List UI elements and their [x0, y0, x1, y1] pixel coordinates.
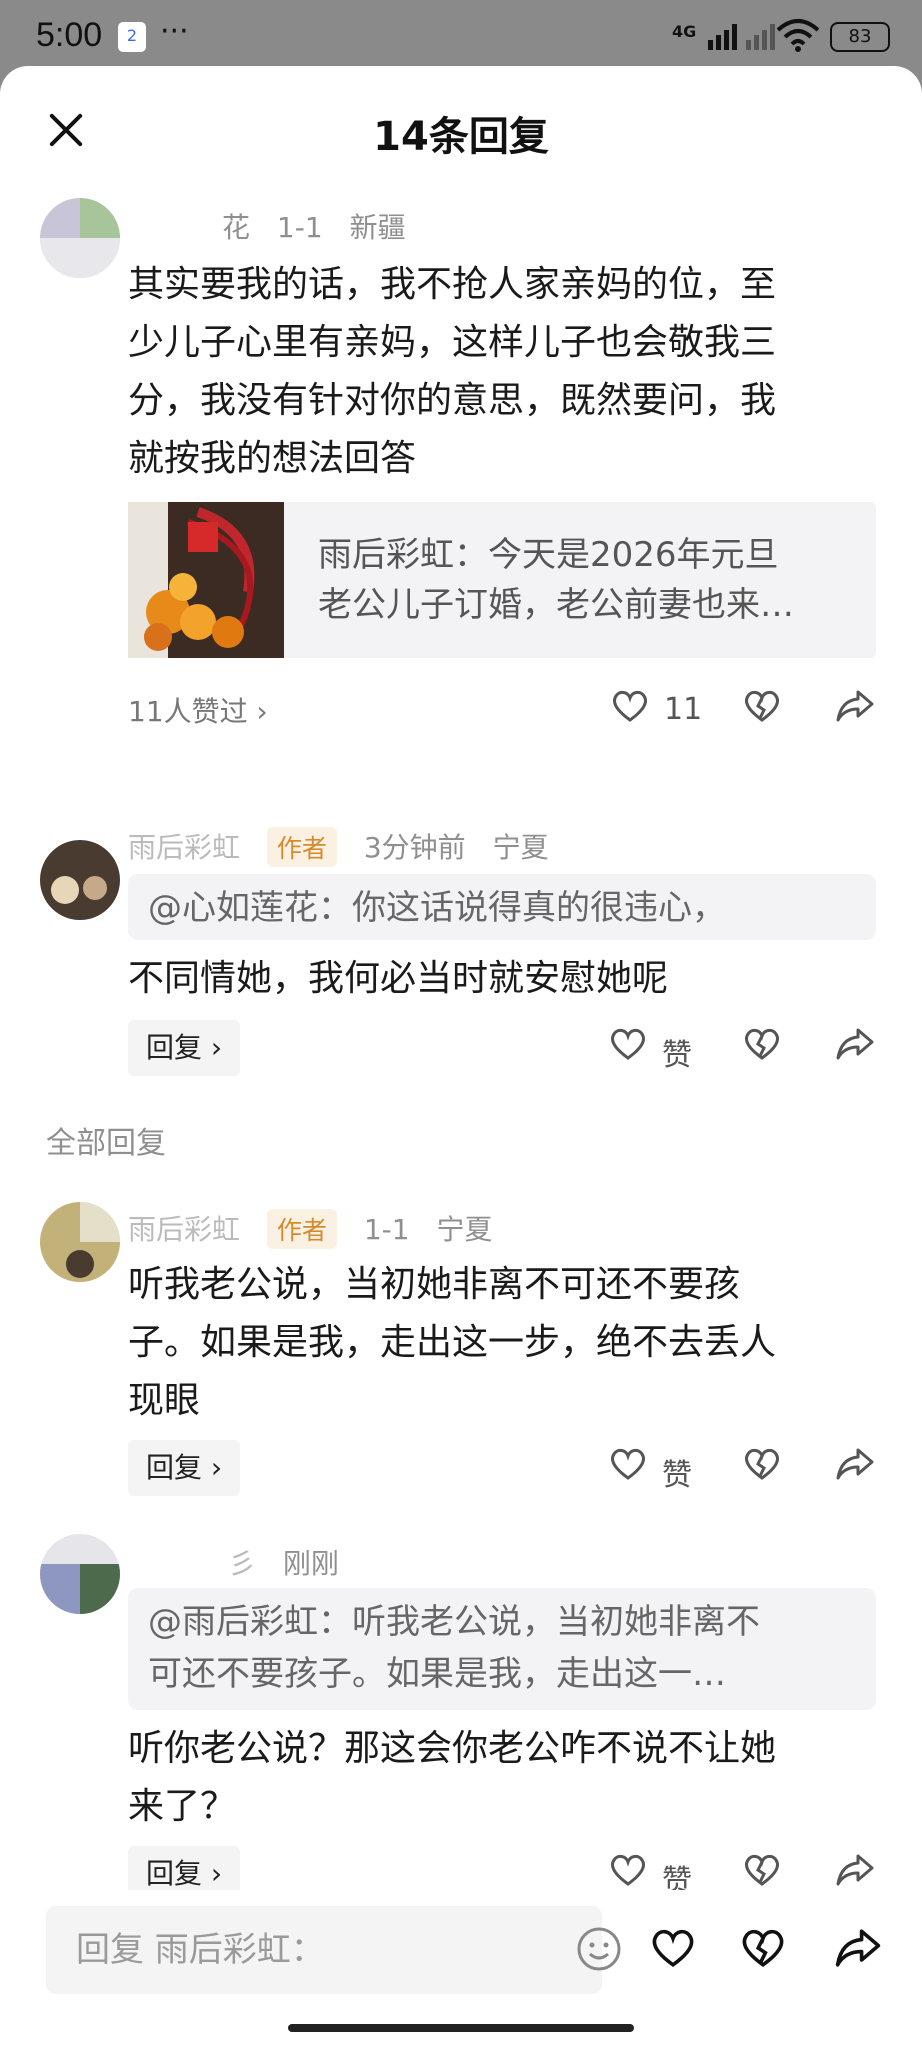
reply-label: 回复: [146, 1451, 203, 1484]
comment-text-line: 分，我没有针对你的意思，既然要问，我: [128, 380, 777, 421]
status-bar: 5:00 2 ··· 4G 83: [0, 0, 922, 72]
comment-date: 1-1: [276, 211, 323, 244]
comment-text-line: 听我老公说，当初她非离不可还不要孩: [128, 1264, 741, 1305]
heart-icon: [611, 1448, 645, 1480]
comment-actions: 回复 › 赞: [128, 1440, 888, 1496]
author-badge: 作者: [266, 1209, 337, 1249]
broken-heart-icon: [745, 690, 779, 722]
share-icon: [836, 1028, 874, 1060]
comment-meta: 彡 刚刚: [228, 1542, 357, 1582]
replies-sheet: 14条回复 花 1-1 新疆 其实要我的话，我不抢人家亲妈的位，至 少儿子心里有…: [0, 66, 922, 2048]
comment-text-line: 来了？: [128, 1786, 237, 1827]
chevron-right-icon: ›: [256, 695, 268, 728]
bottom-bar: 回复 雨后彩虹：: [0, 1890, 922, 2048]
heart-icon: [611, 1028, 645, 1060]
broken-heart-icon: [745, 1448, 779, 1480]
page-title: 14条回复: [373, 114, 549, 160]
username[interactable]: 花: [222, 211, 250, 244]
username[interactable]: 彡: [228, 1547, 256, 1580]
quoted-text: @心如莲花：你这话说得真的很违心，: [148, 888, 726, 928]
section-label-all-replies: 全部回复: [46, 1126, 166, 1161]
comment-text-line: 现眼: [128, 1380, 201, 1421]
comment-text-line: 子。如果是我，走出这一步，绝不去丢人: [128, 1322, 777, 1363]
comment-time: 刚刚: [282, 1547, 339, 1580]
comment-location: 宁夏: [492, 831, 549, 864]
comment-meta: 雨后彩虹 作者 1-1 宁夏: [128, 1208, 511, 1249]
comment-time: 3分钟前: [363, 831, 466, 864]
likes-count-text: 11人赞过: [128, 695, 248, 728]
wifi-icon: [776, 19, 820, 52]
username[interactable]: 雨后彩虹: [128, 1213, 240, 1246]
linked-post-card[interactable]: 雨后彩虹：今天是2026年元旦 老公儿子订婚，老公前妻也来…: [128, 502, 876, 658]
broken-heart-icon: [745, 1028, 779, 1060]
comment-text-line: 就按我的想法回答: [128, 438, 417, 479]
reply-label: 回复: [146, 1857, 203, 1890]
chevron-right-icon: ›: [210, 1031, 223, 1064]
more-notifications-icon: ···: [160, 14, 189, 49]
post-preview-line: 老公儿子订婚，老公前妻也来…: [318, 585, 794, 625]
reply-button[interactable]: 回复 ›: [128, 1020, 241, 1076]
broken-heart-icon[interactable]: [738, 1924, 788, 1972]
reply-input-placeholder: 回复 雨后彩虹：: [76, 1930, 325, 1970]
heart-icon[interactable]: [648, 1924, 698, 1972]
quoted-text: @雨后彩虹：听我老公说，当初她非离不: [148, 1602, 760, 1642]
comment-text: 听我老公说，当初她非离不可还不要孩 子。如果是我，走出这一步，绝不去丢人 现眼: [128, 1256, 898, 1430]
battery-icon: 83: [830, 22, 890, 52]
comment-actions: 回复 › 赞: [128, 1020, 888, 1076]
broken-heart-icon: [745, 1854, 779, 1886]
quoted-reply[interactable]: @雨后彩虹：听我老公说，当初她非离不 可还不要孩子。如果是我，走出这一…: [128, 1588, 876, 1710]
comment-location: 宁夏: [436, 1213, 493, 1246]
post-preview: 雨后彩虹：今天是2026年元旦 老公儿子订婚，老公前妻也来…: [318, 530, 858, 630]
username[interactable]: 雨后彩虹: [128, 831, 240, 864]
comment-text-line: 其实要我的话，我不抢人家亲妈的位，至: [128, 264, 777, 305]
like-label: 赞: [662, 1458, 692, 1493]
reply-input[interactable]: 回复 雨后彩虹：: [46, 1906, 621, 1994]
heart-icon: [611, 1854, 645, 1886]
comment-date: 1-1: [363, 1213, 410, 1246]
share-icon: [836, 690, 874, 722]
like-label: 赞: [662, 1038, 692, 1073]
comment-location: 新疆: [349, 211, 406, 244]
comment-text: 不同情她，我何必当时就安慰她呢: [128, 958, 669, 999]
reply-label: 回复: [146, 1031, 203, 1064]
sheet-header: 14条回复: [0, 66, 922, 196]
post-thumbnail: [128, 502, 284, 658]
avatar[interactable]: [40, 198, 120, 278]
emoji-icon[interactable]: [576, 1926, 622, 1972]
reply-button[interactable]: 回复 ›: [128, 1440, 241, 1496]
likes-link[interactable]: 11人赞过 ›: [128, 690, 268, 730]
home-indicator[interactable]: [288, 2024, 634, 2032]
chevron-right-icon: ›: [210, 1857, 223, 1890]
chevron-right-icon: ›: [210, 1451, 223, 1484]
share-icon[interactable]: [832, 1924, 884, 1972]
comment-meta: 雨后彩虹 作者 3分钟前 宁夏: [128, 826, 567, 867]
author-badge: 作者: [266, 827, 337, 867]
app-badge-icon: 2: [118, 22, 146, 52]
comment-text-line: 少儿子心里有亲妈，这样儿子也会敬我三: [128, 322, 777, 363]
quoted-text: 可还不要孩子。如果是我，走出这一…: [148, 1654, 726, 1694]
quoted-reply[interactable]: @心如莲花：你这话说得真的很违心，: [128, 874, 876, 940]
post-preview-line: 雨后彩虹：今天是2026年元旦: [318, 535, 779, 575]
comment-meta: 花 1-1 新疆: [222, 206, 424, 246]
avatar[interactable]: [40, 840, 120, 920]
status-time: 5:00: [36, 16, 103, 54]
network-type: 4G: [672, 22, 697, 41]
avatar[interactable]: [40, 1534, 120, 1614]
heart-icon: [613, 690, 647, 722]
comment-text: 听你老公说？那这会你老公咋不说不让她 来了？: [128, 1720, 898, 1836]
share-icon: [836, 1448, 874, 1480]
comment-actions: 11人赞过 › 11: [128, 682, 888, 738]
comment-text: 其实要我的话，我不抢人家亲妈的位，至 少儿子心里有亲妈，这样儿子也会敬我三 分，…: [128, 256, 898, 488]
comment-text-line: 听你老公说？那这会你老公咋不说不让她: [128, 1728, 777, 1769]
share-icon: [836, 1854, 874, 1886]
avatar[interactable]: [40, 1202, 120, 1282]
like-count: 11: [664, 692, 703, 727]
